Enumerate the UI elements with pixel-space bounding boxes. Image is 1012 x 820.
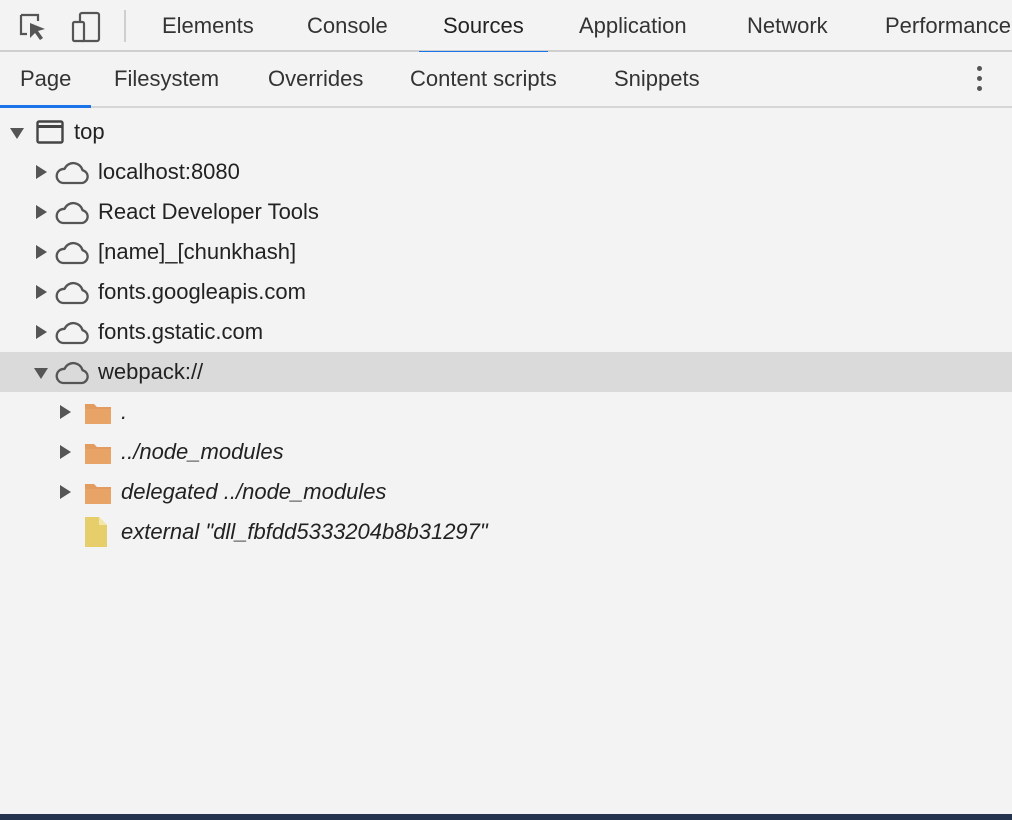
tree-row-external-dll[interactable]: external "dll_fbfdd5333204b8b31297" xyxy=(0,512,1012,552)
file-tree: top localhost:8080 React Developer Tools… xyxy=(0,112,1012,552)
tree-row-localhost[interactable]: localhost:8080 xyxy=(0,152,1012,192)
tree-row-delegated-node-modules[interactable]: delegated ../node_modules xyxy=(0,472,1012,512)
tab-elements[interactable]: Elements xyxy=(162,0,254,52)
tree-label: localhost:8080 xyxy=(98,159,240,184)
tab-console[interactable]: Console xyxy=(307,0,388,52)
tree-row-top[interactable]: top xyxy=(0,112,1012,152)
tree-row-name-chunkhash[interactable]: [name]_[chunkhash] xyxy=(0,232,1012,272)
subtab-page[interactable]: Page xyxy=(0,52,92,108)
folder-icon xyxy=(85,484,111,504)
cloud-icon xyxy=(55,201,89,225)
frame-icon xyxy=(36,120,64,144)
cloud-icon xyxy=(55,161,89,185)
tab-sources[interactable]: Sources xyxy=(419,0,548,54)
main-toolbar: Elements Console Sources Application Net… xyxy=(0,0,1012,54)
tree-label: fonts.gstatic.com xyxy=(98,319,264,344)
subtab-filesystem[interactable]: Filesystem xyxy=(114,52,219,106)
tab-network[interactable]: Network xyxy=(747,0,828,52)
tree-label: external "dll_fbfdd5333204b8b31297" xyxy=(121,519,488,544)
tree-row-fonts-gstatic[interactable]: fonts.gstatic.com xyxy=(0,312,1012,352)
devtools-window: Elements Console Sources Application Net… xyxy=(0,0,1012,820)
tree-label: delegated ../node_modules xyxy=(121,479,387,504)
tree-label: webpack:// xyxy=(98,359,204,384)
expand-arrow-icon[interactable] xyxy=(36,165,47,179)
cloud-icon xyxy=(55,241,89,265)
expand-arrow-icon[interactable] xyxy=(36,285,47,299)
expand-arrow-icon[interactable] xyxy=(60,485,71,499)
tab-application[interactable]: Application xyxy=(579,0,687,52)
expand-arrow-icon[interactable] xyxy=(36,205,47,219)
cloud-icon xyxy=(55,321,89,345)
tree-label: . xyxy=(121,399,128,424)
expand-arrow-icon[interactable] xyxy=(36,325,47,339)
sources-navigator-tabs: Page Filesystem Overrides Content script… xyxy=(0,52,1012,108)
subtab-content-scripts[interactable]: Content scripts xyxy=(410,52,557,106)
expand-arrow-icon[interactable] xyxy=(60,405,71,419)
tree-row-dot-folder[interactable]: . xyxy=(0,392,1012,432)
tab-performance[interactable]: Performance xyxy=(885,0,1011,52)
collapse-arrow-icon[interactable] xyxy=(34,368,48,379)
toolbar-separator xyxy=(124,10,126,42)
folder-icon xyxy=(85,444,111,464)
tree-label: [name]_[chunkhash] xyxy=(98,239,297,264)
subtab-overrides[interactable]: Overrides xyxy=(268,52,363,106)
expand-arrow-icon[interactable] xyxy=(10,128,24,139)
folder-icon xyxy=(85,404,111,424)
inspect-element-icon[interactable] xyxy=(16,10,50,44)
tree-label: ../node_modules xyxy=(121,439,284,464)
tree-label: top xyxy=(74,119,105,144)
tree-label: fonts.googleapis.com xyxy=(98,279,306,304)
cloud-icon xyxy=(55,361,89,385)
tree-row-webpack[interactable]: webpack:// xyxy=(0,352,1012,392)
expand-arrow-icon[interactable] xyxy=(60,445,71,459)
tree-row-fonts-googleapis[interactable]: fonts.googleapis.com xyxy=(0,272,1012,312)
file-icon xyxy=(85,517,107,547)
subtab-snippets[interactable]: Snippets xyxy=(614,52,700,106)
cloud-icon xyxy=(55,281,89,305)
tree-row-react-developer-tools[interactable]: React Developer Tools xyxy=(0,192,1012,232)
window-bottom-edge xyxy=(0,814,1012,820)
device-toolbar-icon[interactable] xyxy=(70,10,104,44)
tree-row-node-modules[interactable]: ../node_modules xyxy=(0,432,1012,472)
tree-label: React Developer Tools xyxy=(98,199,319,224)
more-vertical-icon[interactable] xyxy=(970,66,988,94)
expand-arrow-icon[interactable] xyxy=(36,245,47,259)
